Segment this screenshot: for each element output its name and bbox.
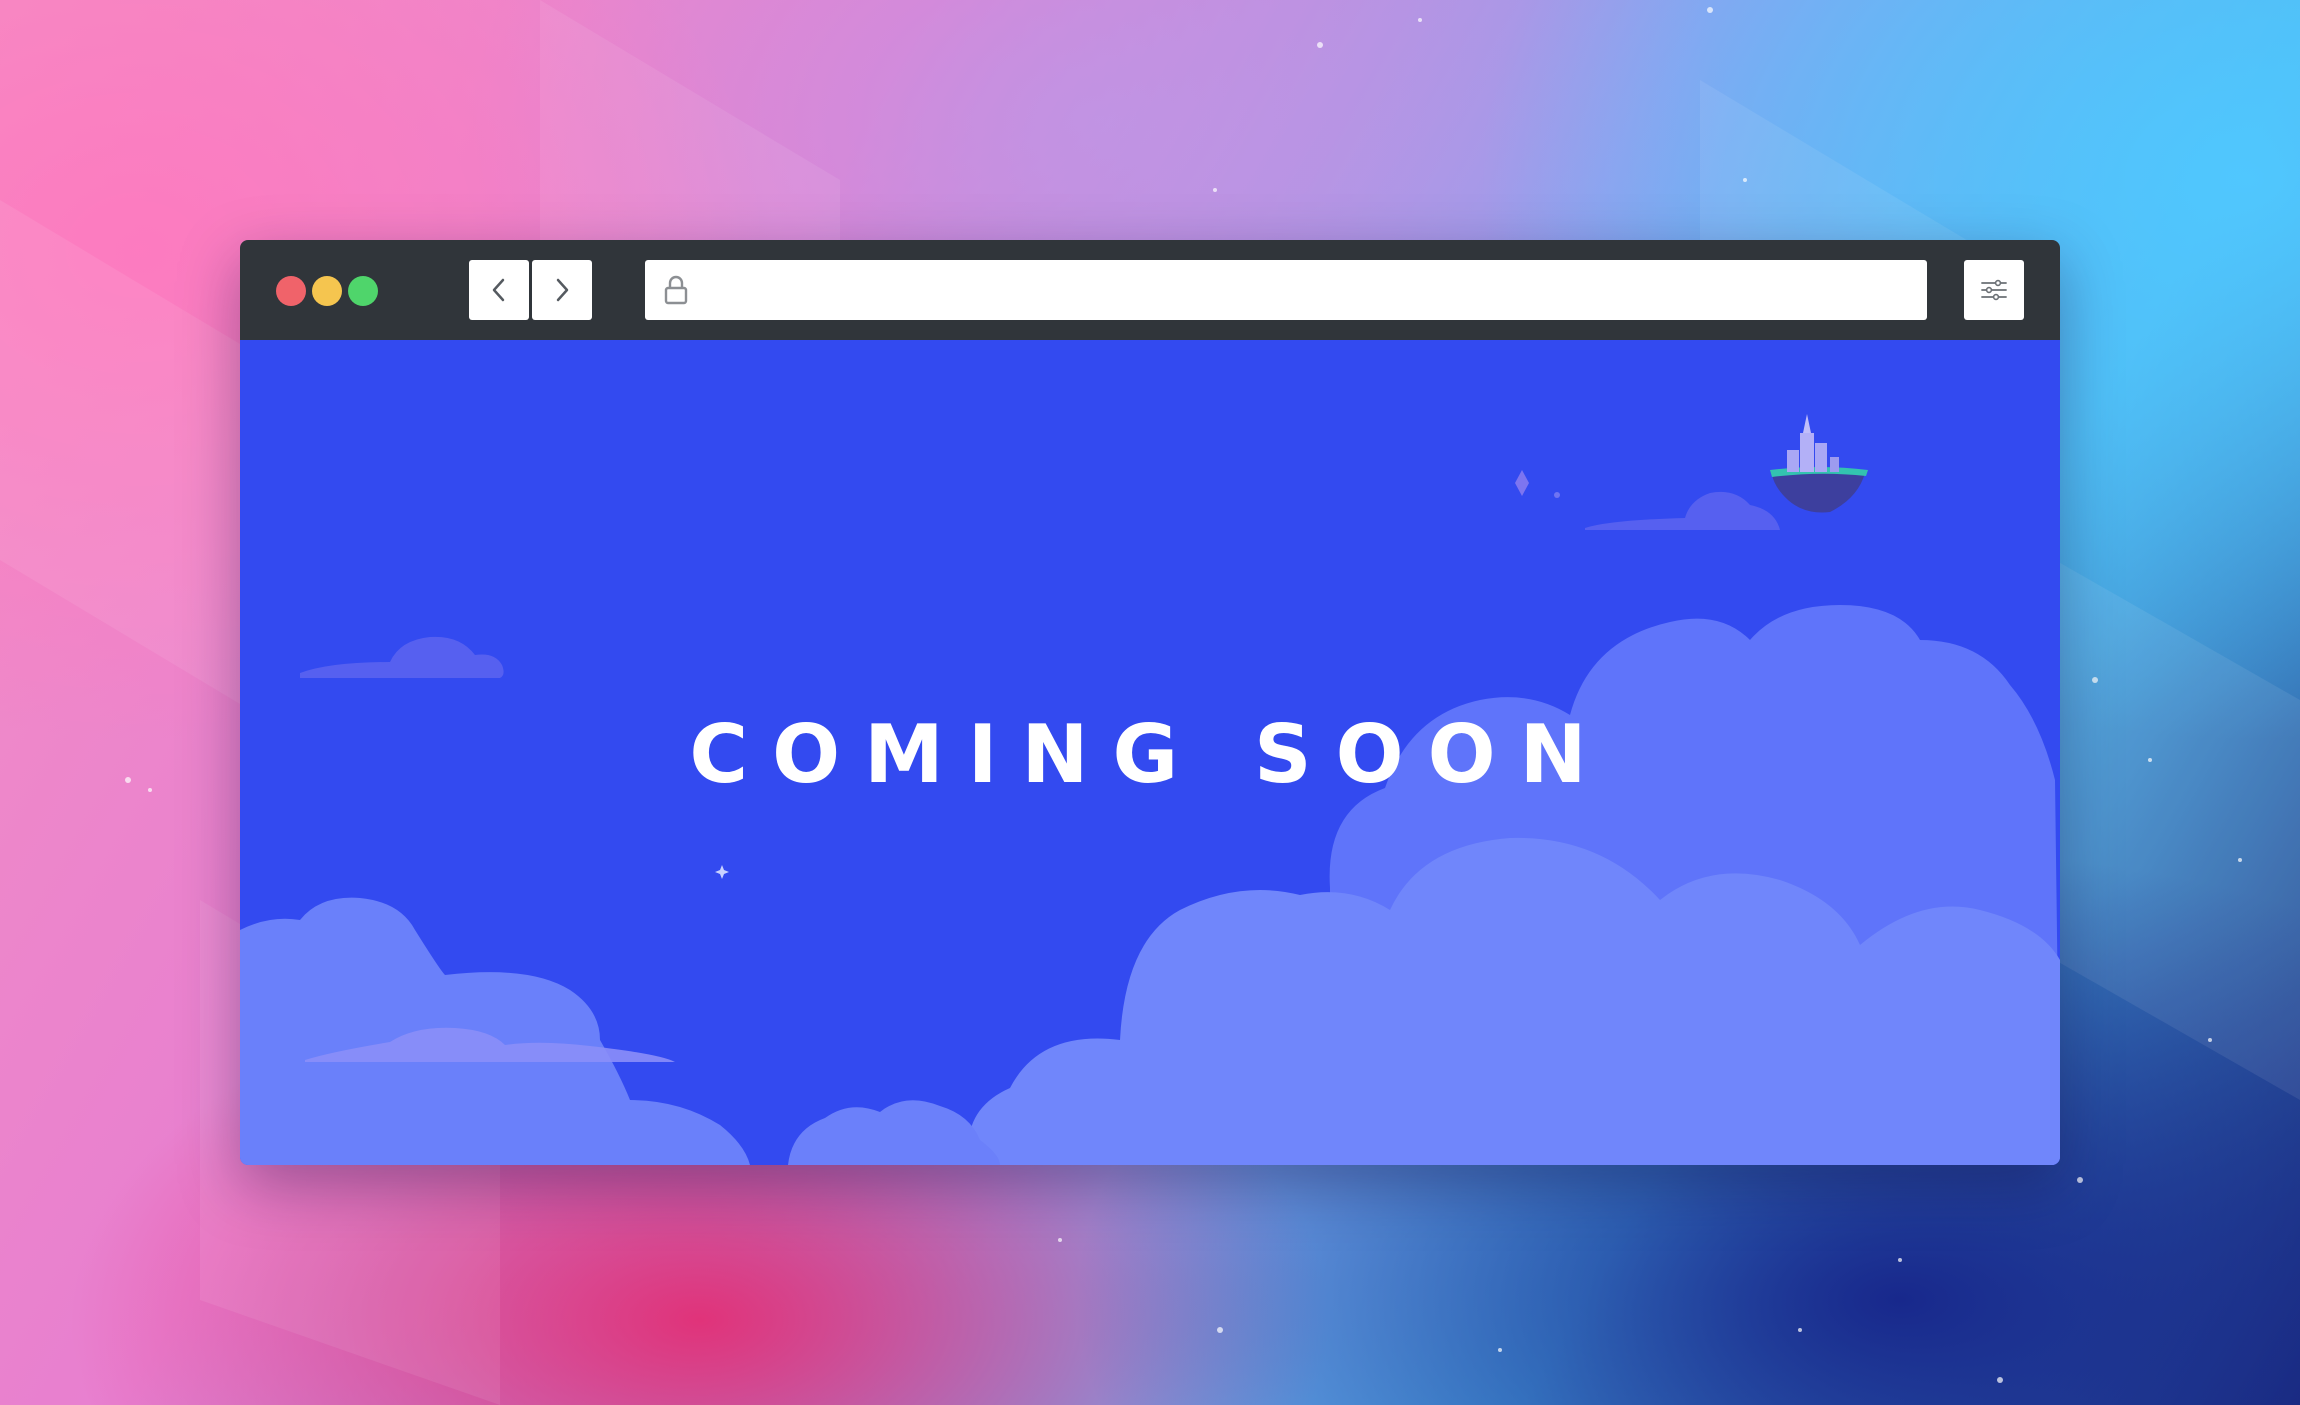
foreground-clouds bbox=[240, 837, 2060, 1165]
cloud-front bbox=[240, 897, 750, 1165]
close-window-button[interactable] bbox=[276, 276, 306, 306]
chevron-left-icon bbox=[492, 278, 505, 302]
browser-toolbar bbox=[240, 240, 2060, 340]
sliders-icon bbox=[1981, 279, 2007, 301]
minimize-window-button[interactable] bbox=[312, 276, 342, 306]
page-viewport: COMING SOON bbox=[240, 340, 2060, 1165]
address-bar[interactable] bbox=[645, 260, 1927, 320]
cloud-front bbox=[788, 1100, 1000, 1165]
back-button[interactable] bbox=[469, 260, 529, 320]
chevron-right-icon bbox=[556, 278, 569, 302]
settings-menu-button[interactable] bbox=[1964, 260, 2024, 320]
cloud-front bbox=[968, 837, 2060, 1165]
browser-window: COMING SOON bbox=[240, 240, 2060, 1165]
url-input[interactable] bbox=[705, 260, 1905, 320]
lock-icon bbox=[664, 275, 688, 305]
forward-button[interactable] bbox=[532, 260, 592, 320]
zoom-window-button[interactable] bbox=[348, 276, 378, 306]
